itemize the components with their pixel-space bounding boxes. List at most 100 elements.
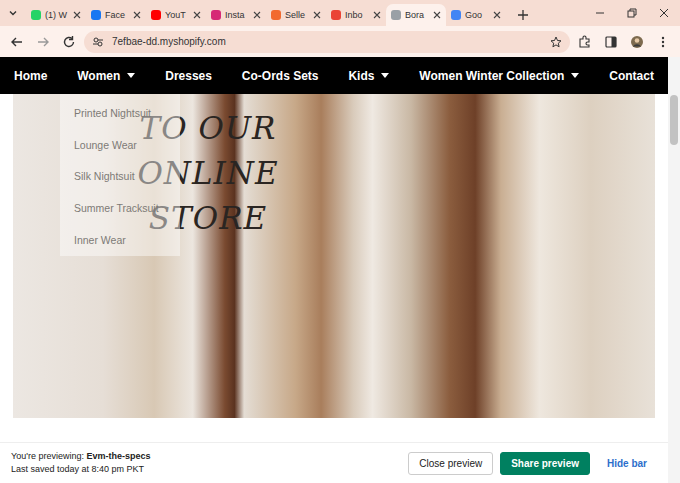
url-text[interactable]: 7efbae-dd.myshopify.com (112, 36, 542, 47)
nav-label[interactable]: Contact (609, 69, 654, 83)
dropdown-item[interactable]: Printed Nightsuit (60, 97, 180, 129)
tab-search-button[interactable] (4, 0, 22, 26)
nav-label[interactable]: Women (77, 69, 120, 83)
menu-button[interactable] (652, 31, 674, 53)
favicon-icon (211, 10, 221, 20)
tab-label[interactable]: Insta (225, 10, 249, 20)
tab-label[interactable]: Goo (465, 10, 489, 20)
nav-label[interactable]: Co-Ords Sets (242, 69, 319, 83)
web-page: Home Women Dresses Co-Ords Sets Kids Women Wi… (0, 57, 680, 483)
kebab-menu-icon[interactable] (656, 35, 670, 49)
browser-tab[interactable]: (1) W (26, 4, 86, 26)
favicon-icon (451, 10, 461, 20)
nav-label[interactable]: Dresses (165, 69, 212, 83)
caret-icon[interactable] (571, 73, 579, 78)
nav-label[interactable]: Home (14, 69, 47, 83)
reload-icon[interactable] (62, 35, 76, 49)
favicon-icon (31, 10, 41, 20)
minimize-button[interactable] (584, 0, 616, 26)
nav-label[interactable]: Women Winter Collection (419, 69, 564, 83)
browser-tab[interactable]: Inbo (326, 4, 386, 26)
close-icon[interactable] (253, 11, 261, 19)
theme-name: Evm-the-specs (86, 451, 150, 461)
tab-label[interactable]: Bora (405, 10, 429, 20)
close-icon[interactable] (659, 8, 669, 18)
tab-strip: (1) W Face YouT Insta Selle Inbo Bora Goo (0, 0, 680, 26)
tab-label[interactable]: (1) W (45, 10, 69, 20)
side-panel-icon[interactable] (604, 35, 618, 49)
favicon-icon (151, 10, 161, 20)
preview-info: You're previewing: Evm-the-specsLast sav… (11, 450, 150, 476)
close-icon[interactable] (493, 11, 501, 19)
preview-button[interactable]: Share preview (500, 452, 590, 475)
avatar-icon[interactable] (630, 35, 644, 49)
favicon-icon (91, 10, 101, 20)
close-icon[interactable] (373, 11, 381, 19)
forward-arrow-icon[interactable] (36, 35, 50, 49)
browser-tab[interactable]: Goo (446, 4, 506, 26)
plus-icon[interactable] (517, 9, 529, 21)
chevron-icon[interactable] (7, 7, 19, 19)
browser-tab[interactable]: Insta (206, 4, 266, 26)
caret-icon[interactable] (127, 73, 135, 78)
close-icon[interactable] (133, 11, 141, 19)
restore-button[interactable] (616, 0, 648, 26)
restore-icon[interactable] (627, 8, 637, 18)
caret-icon[interactable] (381, 73, 389, 78)
back-arrow-icon[interactable] (10, 35, 24, 49)
minimize-icon[interactable] (595, 8, 605, 18)
puzzle-icon[interactable] (578, 35, 592, 49)
preview-button[interactable]: Close preview (408, 452, 493, 475)
women-dropdown-menu: Printed NightsuitLounge WearSilk Nightsu… (60, 94, 180, 256)
close-icon[interactable] (73, 11, 81, 19)
scrollbar-thumb[interactable] (670, 95, 678, 145)
dropdown-item[interactable]: Lounge Wear (60, 129, 180, 161)
favicon-icon (391, 10, 401, 20)
nav-item[interactable]: Contact (609, 69, 654, 83)
side-panel-button[interactable] (600, 31, 622, 53)
forward-button[interactable] (32, 31, 54, 53)
dropdown-item[interactable]: Summer Tracksuit (60, 192, 180, 224)
back-button[interactable] (6, 31, 28, 53)
reload-button[interactable] (58, 31, 80, 53)
previewing-line: You're previewing: Evm-the-specs (11, 450, 150, 463)
nav-item[interactable]: Women (77, 69, 135, 83)
browser-tab[interactable]: Selle (266, 4, 326, 26)
last-saved: Last saved today at 8:40 pm PKT (11, 463, 150, 476)
tab-label[interactable]: Selle (285, 10, 309, 20)
window-controls (584, 0, 680, 26)
close-window-button[interactable] (648, 0, 680, 26)
close-icon[interactable] (193, 11, 201, 19)
close-icon[interactable] (433, 11, 441, 19)
browser-tab[interactable]: Face (86, 4, 146, 26)
dropdown-item[interactable]: Inner Wear (60, 224, 180, 256)
profile-button[interactable] (626, 31, 648, 53)
page-whitespace (0, 418, 668, 442)
nav-label[interactable]: Kids (348, 69, 374, 83)
close-icon[interactable] (313, 11, 321, 19)
browser-tab[interactable]: Bora (386, 4, 446, 26)
store-nav: Home Women Dresses Co-Ords Sets Kids Women Wi… (0, 57, 668, 94)
browser-tab[interactable]: YouT (146, 4, 206, 26)
dropdown-item[interactable]: Silk Nightsuit (60, 161, 180, 193)
tab-label[interactable]: YouT (165, 10, 189, 20)
new-tab-button[interactable] (512, 4, 534, 26)
extensions-button[interactable] (574, 31, 596, 53)
tab-label[interactable]: Face (105, 10, 129, 20)
tab-list: (1) W Face YouT Insta Selle Inbo Bora Goo (26, 4, 506, 26)
star-icon[interactable] (550, 36, 562, 48)
site-info-icon[interactable] (92, 36, 104, 48)
nav-item[interactable]: Dresses (165, 69, 212, 83)
nav-item[interactable]: Kids (348, 69, 389, 83)
nav-item[interactable]: Women Winter Collection (419, 69, 579, 83)
tab-label[interactable]: Inbo (345, 10, 369, 20)
nav-item[interactable]: Home (14, 69, 47, 83)
hide-bar-link[interactable]: Hide bar (597, 453, 657, 474)
hero-image: Printed NightsuitLounge WearSilk Nightsu… (13, 94, 655, 418)
page-content: Home Women Dresses Co-Ords Sets Kids Women Wi… (0, 57, 668, 483)
scrollbar[interactable] (668, 57, 680, 483)
browser-toolbar: 7efbae-dd.myshopify.com (0, 26, 680, 57)
favicon-icon (271, 10, 281, 20)
nav-item[interactable]: Co-Ords Sets (242, 69, 319, 83)
address-bar[interactable]: 7efbae-dd.myshopify.com (84, 31, 570, 53)
